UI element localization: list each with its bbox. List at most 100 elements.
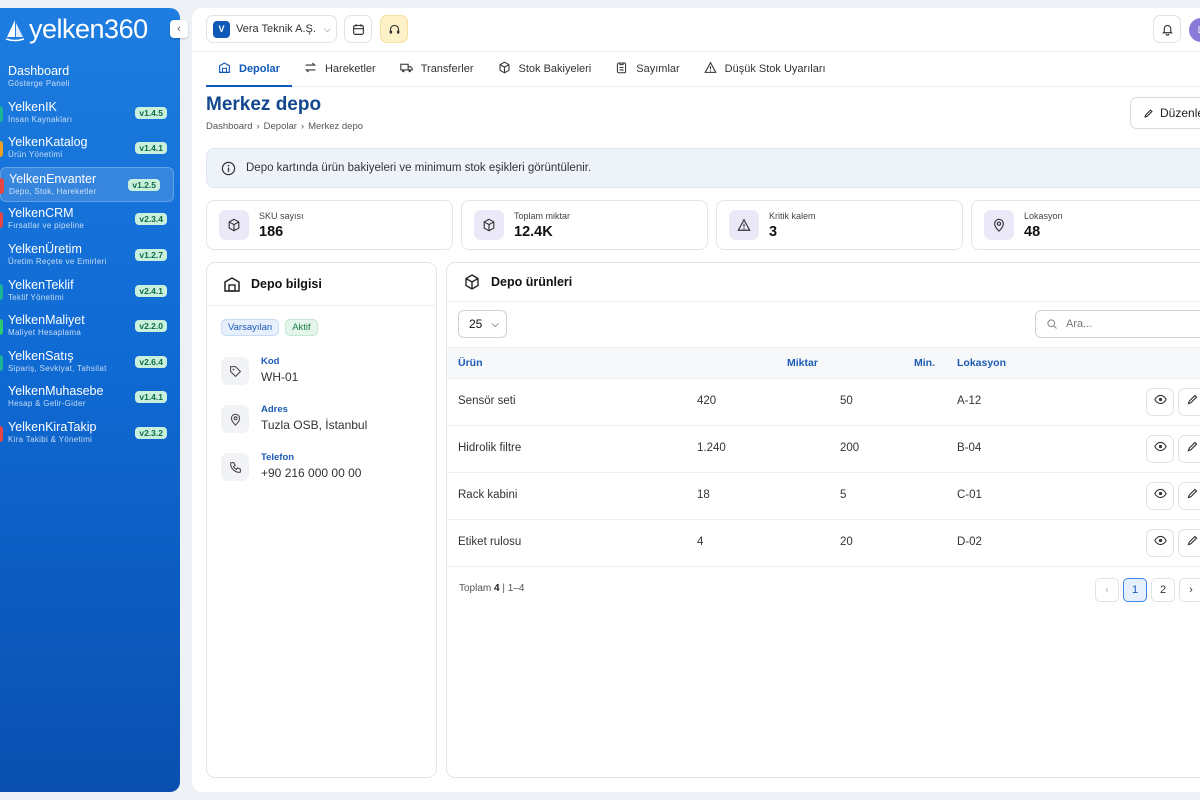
tab-label: Hareketler <box>324 63 376 75</box>
sidebar-item-subtitle: Gösterge Paneli <box>8 79 70 88</box>
sidebar-item-label: Dashboard <box>8 64 70 78</box>
logo[interactable]: yelken360 <box>4 14 148 45</box>
company-name: Vera Teknik A.Ş. <box>236 23 316 35</box>
tab-transferler[interactable]: Transferler <box>388 52 486 86</box>
version-badge: v2.3.4 <box>135 213 167 226</box>
stat-card: Toplam miktar 12.4K <box>461 200 708 250</box>
module-color-marker <box>0 212 3 229</box>
view-button[interactable] <box>1146 388 1174 416</box>
products-panel-title: Depo ürünleri <box>491 275 573 289</box>
bell-icon <box>1161 24 1173 36</box>
tab-stok-bakiyeleri[interactable]: Stok Bakiyeleri <box>486 52 604 86</box>
sidebar-item-yelkenkiratakip[interactable]: YelkenKiraTakip Kira Takibi & Yönetimi v2.… <box>0 416 180 452</box>
prev-page-button[interactable]: ‹ <box>1095 578 1119 602</box>
breadcrumb-item[interactable]: Dashboard <box>206 121 252 132</box>
column-header-min[interactable]: Min. <box>914 357 935 369</box>
default-badge: Varsayılan <box>221 319 280 336</box>
footer-range: | 1–4 <box>502 583 525 594</box>
sidebar-item-dashboard[interactable]: Dashboard Gösterge Paneli <box>0 60 180 96</box>
view-button[interactable] <box>1146 529 1174 557</box>
pagination: ‹ 1 2 › <box>1095 578 1200 602</box>
tab-depolar[interactable]: Depolar <box>206 52 292 87</box>
breadcrumb-separator: › <box>300 121 305 132</box>
version-badge: v1.2.5 <box>128 178 160 191</box>
info-icon <box>221 161 236 175</box>
column-header-product[interactable]: Ürün <box>458 357 483 369</box>
page-title: Merkez depo <box>206 94 322 115</box>
sidebar-item-yelkenmaliyet[interactable]: YelkenMaliyet Maliyet Hesaplama v2.2.0 <box>0 309 180 345</box>
module-color-marker <box>0 425 3 442</box>
breadcrumb-item[interactable]: Depolar <box>264 121 297 132</box>
main-content: V Vera Teknik A.Ş. ⌵ D Depolar Hareketler… <box>192 8 1200 792</box>
stat-label: Lokasyon <box>1024 211 1063 221</box>
edit-row-button[interactable] <box>1178 529 1200 557</box>
chevron-down-icon: ⌵ <box>491 318 499 330</box>
version-badge: v2.4.1 <box>135 284 167 297</box>
tab-düşük-stok-uyarıları[interactable]: Düşük Stok Uyarıları <box>692 52 838 86</box>
company-selector[interactable]: V Vera Teknik A.Ş. ⌵ <box>206 15 337 43</box>
sidebar-item-yelkenenvanter[interactable]: YelkenEnvanter Depo, Stok, Hareketler v1.2… <box>0 166 174 203</box>
tab-hareketler[interactable]: Hareketler <box>292 52 388 86</box>
tab-sayımlar[interactable]: Sayımlar <box>603 52 691 86</box>
edit-button[interactable]: Düzenle <box>1130 97 1200 129</box>
stat-card: Kritik kalem 3 <box>716 200 963 250</box>
info-label: Kod <box>261 356 280 367</box>
warning-icon <box>704 61 717 77</box>
user-avatar[interactable]: D <box>1189 18 1200 42</box>
column-header-location[interactable]: Lokasyon <box>957 357 1006 369</box>
pencil-icon <box>1186 393 1199 411</box>
page-size-select[interactable]: 25 ⌵ <box>458 310 507 338</box>
pin-icon <box>984 210 1014 240</box>
edit-row-button[interactable] <box>1178 482 1200 510</box>
alert-text: Depo kartında ürün bakiyeleri ve minimum… <box>246 162 592 174</box>
info-label: Adres <box>261 404 288 415</box>
stat-label: Toplam miktar <box>514 211 571 221</box>
clipboard-icon <box>615 61 628 77</box>
logo-text: yelken360 <box>29 14 148 44</box>
sidebar-item-yelkenteklif[interactable]: YelkenTeklif Teklif Yönetimi v2.4.1 <box>0 274 180 310</box>
info-row-adres: Adres Tuzla OSB, İstanbul <box>221 403 421 435</box>
stat-card: Lokasyon 48 <box>971 200 1200 250</box>
support-button[interactable] <box>380 15 408 43</box>
edit-row-button[interactable] <box>1178 388 1200 416</box>
box-icon <box>474 210 504 240</box>
view-button[interactable] <box>1146 482 1174 510</box>
view-button[interactable] <box>1146 435 1174 463</box>
sidebar-collapse-button[interactable]: ‹ <box>170 20 188 38</box>
search-input[interactable]: Ara... <box>1035 310 1200 338</box>
notifications-button[interactable] <box>1153 15 1181 43</box>
eye-icon <box>1153 393 1167 411</box>
version-badge: v2.2.0 <box>135 320 167 333</box>
sidebar-item-yelkensatış[interactable]: YelkenSatış Sipariş, Sevkiyat, Tahsilat v2… <box>0 345 180 381</box>
next-page-button[interactable]: › <box>1179 578 1200 602</box>
cell-qty: 1.240 <box>697 442 726 454</box>
sail-logo-icon <box>5 19 25 41</box>
box-icon <box>219 210 249 240</box>
sidebar-item-yelkencrm[interactable]: YelkenCRM Fırsatlar ve pipeline v2.3.4 <box>0 202 180 238</box>
calendar-button[interactable] <box>344 15 372 43</box>
module-color-marker <box>0 283 3 300</box>
stat-label: Kritik kalem <box>769 211 816 221</box>
cell-qty: 18 <box>697 489 710 501</box>
warehouse-icon <box>218 61 231 77</box>
column-header-quantity[interactable]: Miktar <box>787 357 818 369</box>
tab-label: Sayımlar <box>636 63 680 75</box>
cell-loc: C-01 <box>957 489 982 501</box>
cell-qty: 4 <box>697 536 704 548</box>
products-panel-header: Depo ürünleri <box>447 263 1200 302</box>
version-badge: v2.6.4 <box>135 355 167 368</box>
page-button-1[interactable]: 1 <box>1123 578 1147 602</box>
sidebar: yelken360 Dashboard Gösterge Paneli Yelken… <box>0 8 180 792</box>
stat-label: SKU sayısı <box>259 211 304 221</box>
cell-min: 5 <box>840 489 847 501</box>
info-row-kod: Kod WH-01 <box>221 355 421 387</box>
sidebar-item-yelkenmuhasebe[interactable]: YelkenMuhasebe Hesap & Gelir-Gider v1.4.1 <box>0 380 180 416</box>
company-avatar: V <box>213 20 230 38</box>
sidebar-item-yelkenkatalog[interactable]: YelkenKatalog Ürün Yönetimi v1.4.1 <box>0 131 180 167</box>
edit-row-button[interactable] <box>1178 435 1200 463</box>
phone-icon <box>221 453 249 481</box>
page-button-2[interactable]: 2 <box>1151 578 1175 602</box>
sidebar-item-yelkenik[interactable]: YelkenIK İnsan Kaynakları v1.4.5 <box>0 96 180 132</box>
sidebar-item-yelkenüretim[interactable]: YelkenÜretim Üretim Reçete ve Emirleri v1.… <box>0 238 180 274</box>
active-badge: Aktif <box>285 319 318 336</box>
